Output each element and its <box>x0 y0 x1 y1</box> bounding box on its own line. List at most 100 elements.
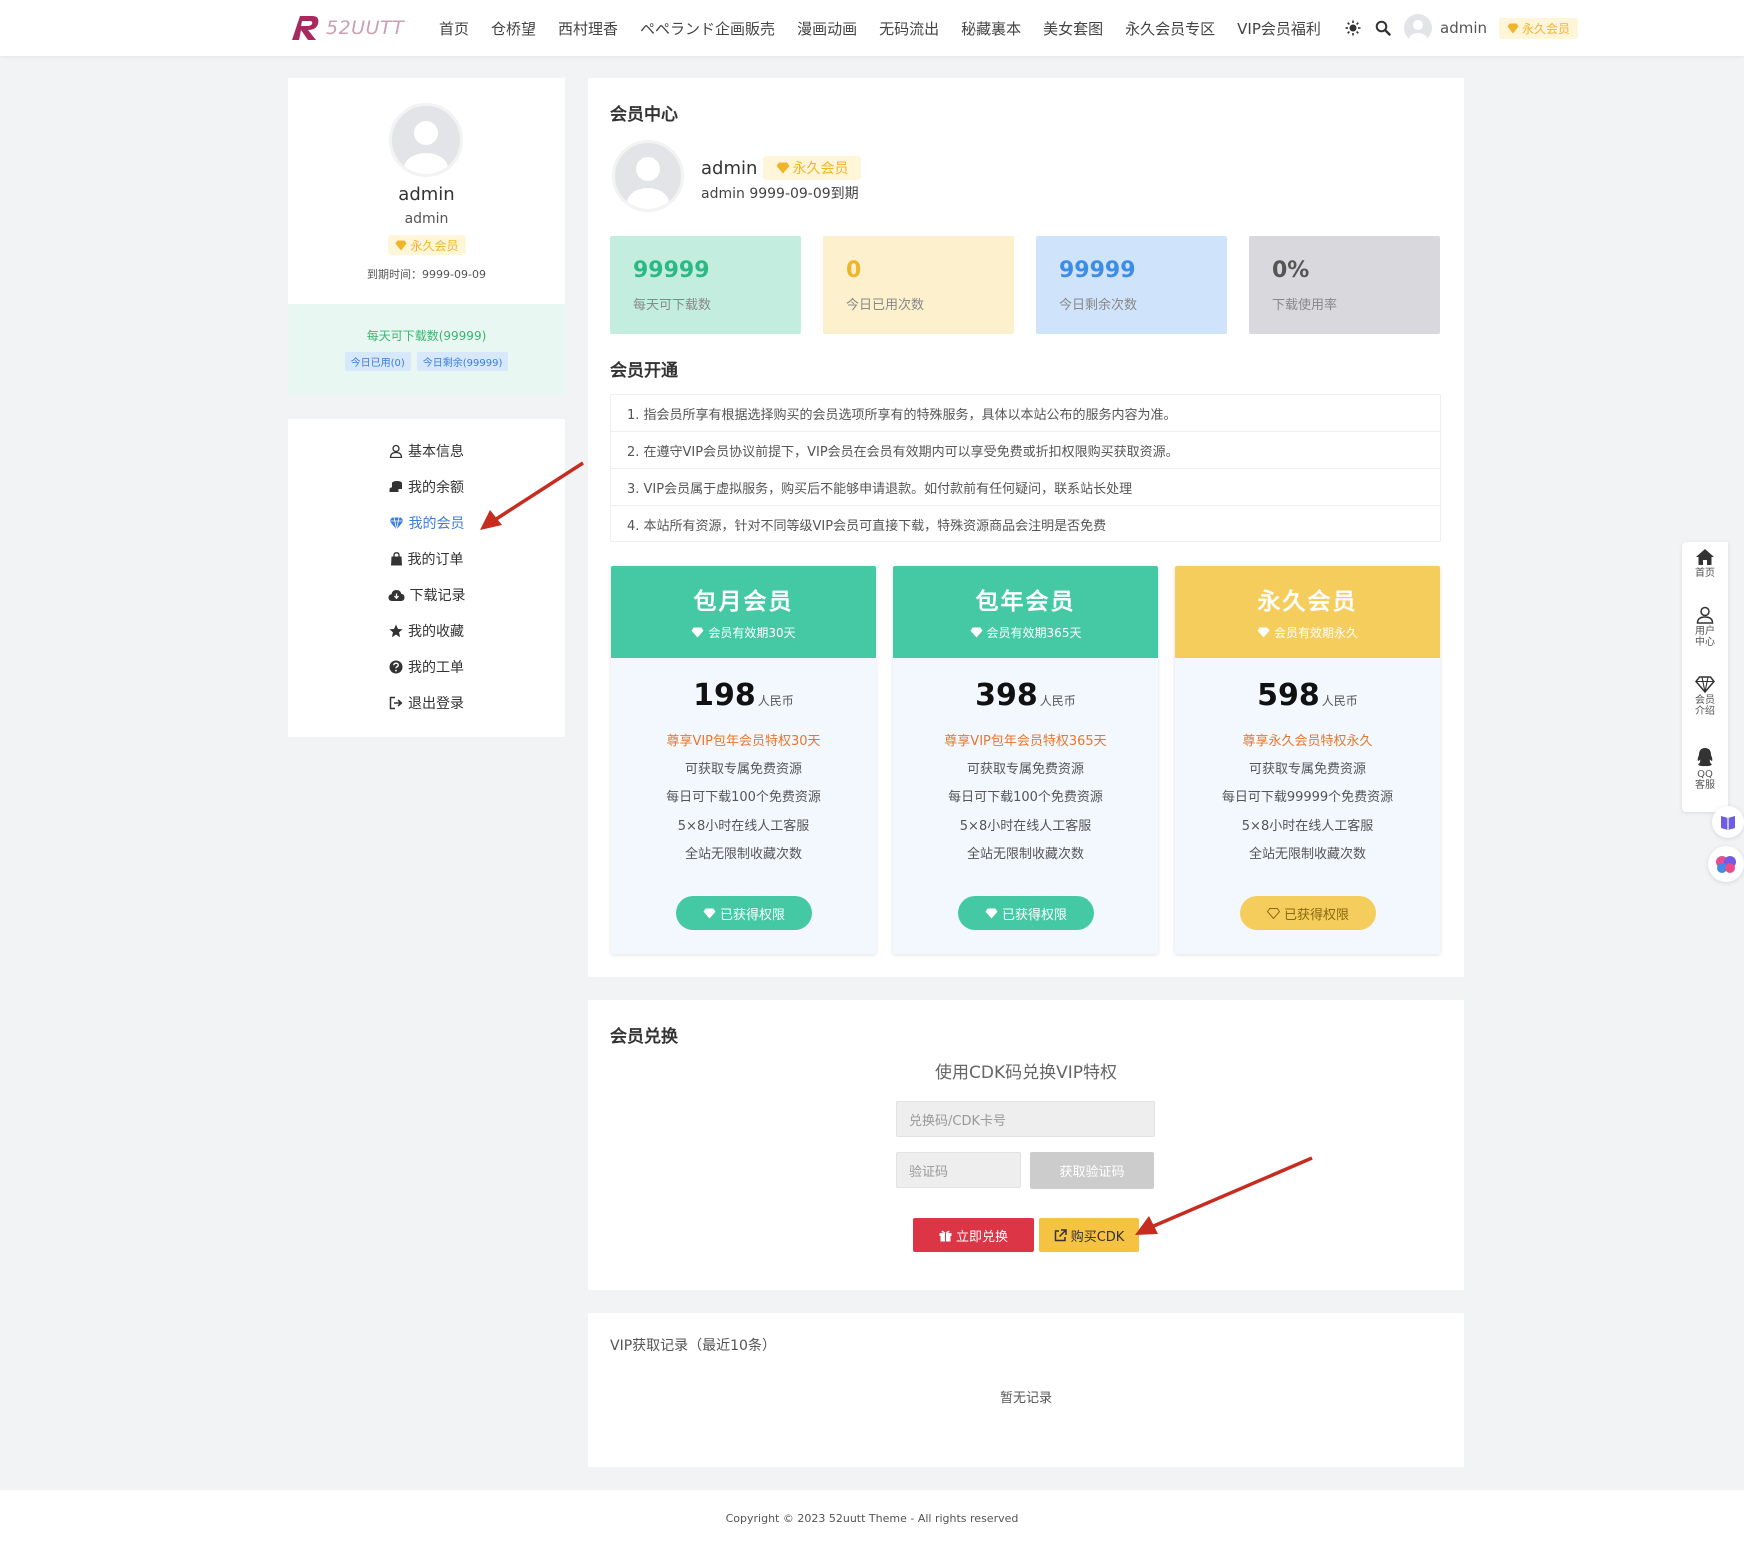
float-label: 用户中心 <box>1695 626 1715 648</box>
star-icon <box>389 624 403 638</box>
copyright: Copyright © 2023 52uutt Theme - All righ… <box>725 1512 1019 1525</box>
float-home[interactable]: 首页 <box>1682 548 1728 579</box>
stat-daily-downloads: 99999 每天可下载数 <box>610 236 801 334</box>
plan-validity: 会员有效期30天 <box>611 624 876 641</box>
plan-validity-label: 会员有效期永久 <box>1273 626 1358 640</box>
search-button[interactable] <box>1368 13 1398 43</box>
user-avatar[interactable] <box>1404 14 1432 42</box>
footer: Copyright © 2023 52uutt Theme - All righ… <box>0 1490 1744 1552</box>
menu-item-orders[interactable]: 我的订单 <box>288 548 565 570</box>
question-circle-icon <box>389 660 403 674</box>
plan-title: 永久会员 <box>1257 589 1358 615</box>
plan-feature: 全站无限制收藏次数 <box>1248 847 1366 862</box>
plan-status-button[interactable]: 已获得权限 <box>676 896 812 930</box>
menu-label: 我的会员 <box>408 516 465 532</box>
menu-item-logout[interactable]: 退出登录 <box>288 692 565 714</box>
menu-label: 退出登录 <box>408 696 464 712</box>
plan-price-value: 398 <box>975 678 1038 713</box>
brain-icon <box>1716 856 1736 873</box>
float-label: 会员介绍 <box>1695 695 1715 717</box>
plan-price-value: 598 <box>1257 678 1320 713</box>
qq-icon <box>1697 748 1713 767</box>
open-membership-title: 会员开通 <box>610 361 678 381</box>
nav-item[interactable]: 仓桥望 <box>480 18 547 39</box>
member-vip-badge: 永久会员 <box>763 156 861 180</box>
nav-item[interactable]: 无码流出 <box>868 18 950 39</box>
logo-text: 52UUTT <box>326 17 405 39</box>
cdk-input[interactable]: 兑换码/CDK卡号 <box>896 1101 1155 1137</box>
diamond-icon <box>1507 23 1519 33</box>
annotation-arrow-menu <box>480 461 584 530</box>
redeem-subtitle: 使用CDK码兑换VIP特权 <box>934 1063 1117 1083</box>
diamond-icon <box>395 240 407 250</box>
user-avatar-icon <box>1409 20 1427 42</box>
profile-expiry: 到期时间：9999-09-09 <box>367 268 486 281</box>
menu-item-favorites[interactable]: 我的收藏 <box>288 620 565 642</box>
plan-validity: 会员有效期永久 <box>1175 624 1440 641</box>
sun-icon <box>1345 20 1361 36</box>
plan-price-unit: 人民币 <box>1039 694 1076 708</box>
diamond-icon <box>1695 676 1715 693</box>
usage-tags: 今日已用(0) 今日剩余(99999) <box>288 352 565 371</box>
nav-item[interactable]: 秘藏裏本 <box>950 18 1032 39</box>
stat-label: 每天可下载数 <box>633 298 712 313</box>
plan-price-value: 198 <box>693 678 756 713</box>
plan-highlight: 尊享永久会员特权永久 <box>1242 734 1373 749</box>
header-actions: admin 永久会员 <box>1338 0 1579 56</box>
book-icon <box>1721 816 1735 830</box>
plan-validity: 会员有效期365天 <box>893 624 1158 641</box>
diamond-icon <box>776 162 789 174</box>
external-link-icon <box>1054 1228 1067 1241</box>
member-expiry: admin 9999-09-09到期 <box>701 186 859 202</box>
float-book-button[interactable] <box>1712 806 1744 838</box>
redeem-title: 会员兑换 <box>610 1027 678 1047</box>
note-item: 4. 本站所有资源，针对不同等级VIP会员可直接下载，特殊资源商品会注明是否免费 <box>627 519 1107 534</box>
float-qq-service[interactable]: QQ客服 <box>1682 747 1728 791</box>
plan-title: 包年会员 <box>975 589 1076 615</box>
membership-notes: 1. 指会员所享有根据选择购买的会员选项所享有的特殊服务，具体以本站公布的服务内… <box>610 394 1441 542</box>
plan-status-button[interactable]: 已获得权限 <box>1240 896 1376 930</box>
menu-item-downloads[interactable]: 下载记录 <box>288 584 565 606</box>
plan-feature: 可获取专属免费资源 <box>684 762 802 777</box>
float-member-intro[interactable]: 会员介绍 <box>1682 676 1728 717</box>
nav-item[interactable]: 永久会员专区 <box>1114 18 1226 39</box>
nav-item[interactable]: VIP会员福利 <box>1226 18 1332 39</box>
profile-download-stats: 每天可下载数(99999) 今日已用(0) 今日剩余(99999) <box>288 304 565 396</box>
diamond-icon <box>970 627 983 638</box>
redeem-now-button[interactable]: 立即兑换 <box>913 1218 1034 1252</box>
profile-card: admin admin 永久会员 到期时间：9999-09-09 每天可下载数(… <box>288 78 565 396</box>
float-ai-button[interactable] <box>1708 846 1744 882</box>
stat-value: 0% <box>1272 258 1310 283</box>
captcha-input[interactable]: 验证码 <box>896 1152 1021 1188</box>
menu-label: 我的订单 <box>407 552 464 568</box>
member-avatar <box>612 140 684 212</box>
plan-feature: 可获取专属免费资源 <box>1248 762 1366 777</box>
gift-icon <box>939 1230 952 1241</box>
header-username[interactable]: admin <box>1440 19 1487 37</box>
nav-item[interactable]: 西村理香 <box>547 18 629 39</box>
plan-price-unit: 人民币 <box>1321 694 1358 708</box>
plan-feature: 每日可下载100个免费资源 <box>948 790 1103 805</box>
plan-price: 198 人民币 <box>611 678 876 713</box>
top-bar: 52UUTT 首页 仓桥望 西村理香 ペペランド企画販売 漫画动画 无码流出 秘… <box>0 0 1744 56</box>
member-vip-label: 永久会员 <box>792 161 849 177</box>
nav-item[interactable]: 首页 <box>428 18 480 39</box>
nav-item[interactable]: 漫画动画 <box>786 18 868 39</box>
nav-item[interactable]: ペペランド企画販売 <box>629 18 786 39</box>
site-logo[interactable]: 52UUTT <box>288 10 404 46</box>
plan-price-unit: 人民币 <box>757 694 794 708</box>
plan-status-button[interactable]: 已获得权限 <box>958 896 1094 930</box>
theme-toggle-button[interactable] <box>1338 13 1368 43</box>
buy-cdk-label: 购买CDK <box>1070 1229 1125 1245</box>
floating-toolbar: 首页 用户中心 会员介绍 QQ客服 <box>1682 542 1728 812</box>
header-vip-badge: 永久会员 <box>1499 17 1579 39</box>
nav-item[interactable]: 美女套图 <box>1032 18 1114 39</box>
float-user-center[interactable]: 用户中心 <box>1682 606 1728 648</box>
shopping-bag-icon <box>390 552 402 566</box>
menu-item-tickets[interactable]: 我的工单 <box>288 656 565 678</box>
diamond-icon <box>985 908 998 918</box>
plan-highlight: 尊享VIP包年会员特权365天 <box>944 734 1107 749</box>
buy-cdk-button[interactable]: 购买CDK <box>1039 1218 1139 1252</box>
menu-label: 我的工单 <box>408 660 464 676</box>
plan-feature: 可获取专属免费资源 <box>966 762 1084 777</box>
